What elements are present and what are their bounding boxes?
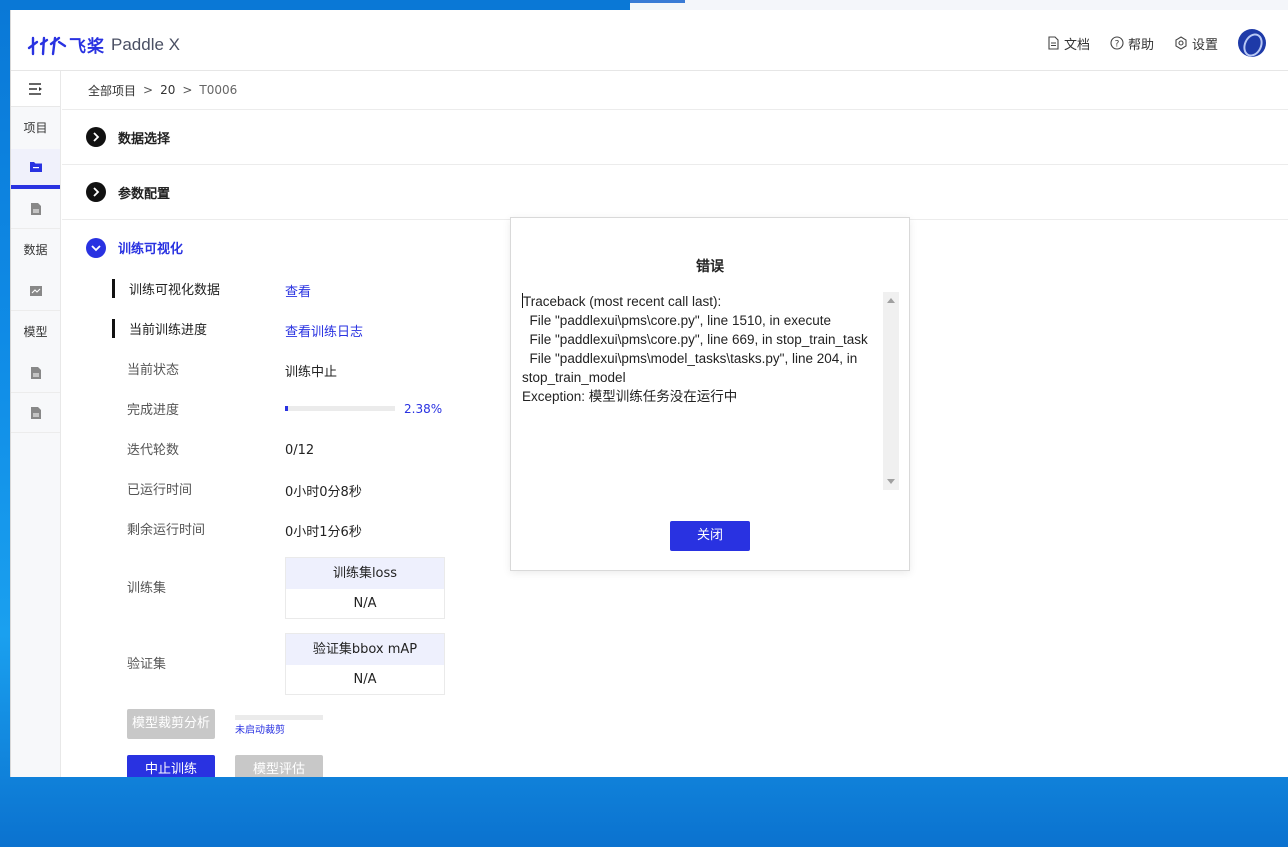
train-loss-header: 训练集loss [286, 558, 444, 589]
val-set-label: 验证集 [127, 657, 167, 672]
breadcrumb-project[interactable]: 20 [160, 83, 175, 97]
progress-label: 当前训练进度 [112, 319, 207, 338]
view-train-log-link[interactable]: 查看训练日志 [285, 321, 363, 340]
stop-training-button[interactable]: 中止训练 [127, 755, 215, 777]
breadcrumb-separator: > [143, 83, 154, 97]
sidebar-item-model-2[interactable] [11, 393, 60, 433]
logo-cn-text: 飞桨 [69, 37, 105, 57]
traceback-line: stop_train_model [522, 370, 626, 385]
section-data-select[interactable]: 数据选择 [62, 110, 1288, 165]
svg-text:?: ? [1115, 40, 1120, 50]
docs-label: 文档 [1063, 37, 1090, 53]
scroll-up-icon[interactable] [887, 298, 895, 303]
breadcrumb-separator: > [182, 83, 193, 97]
desktop-background-window-strip [630, 0, 1288, 10]
sidebar-item-model-1[interactable] [11, 353, 60, 393]
breadcrumb-all-projects[interactable]: 全部项目 [88, 82, 136, 99]
traceback-textarea[interactable]: Traceback (most recent call last): File … [522, 292, 901, 490]
sidebar-toggle[interactable] [11, 71, 60, 107]
status-label: 当前状态 [127, 363, 180, 378]
view-viz-data-link[interactable]: 查看 [285, 281, 311, 300]
help-label: 帮助 [1127, 37, 1154, 53]
section-title-train-viz: 训练可视化 [118, 242, 184, 257]
section-title-data-select: 数据选择 [118, 131, 171, 147]
sidebar-item-project-list[interactable] [11, 149, 60, 189]
logo-en-text: Paddle X [111, 34, 180, 54]
section-title-param-config: 参数配置 [118, 186, 171, 202]
section-param-config[interactable]: 参数配置 [62, 165, 1288, 220]
traceback-line: File "paddlexui\pms\core.py", line 1510,… [522, 313, 832, 328]
completion-label: 完成进度 [127, 403, 180, 418]
paddle-logo-icon [27, 36, 67, 55]
breadcrumb-task: T0006 [199, 83, 238, 97]
help-link[interactable]: ? 帮助 [1110, 34, 1154, 53]
traceback-line: File "paddlexui\pms\model_tasks\tasks.py… [522, 351, 858, 366]
status-value: 训练中止 [285, 365, 338, 380]
val-map-value: N/A [286, 665, 444, 694]
docs-link[interactable]: 文档 [1047, 34, 1090, 53]
prune-progress-bar [235, 715, 323, 720]
user-avatar[interactable] [1238, 29, 1266, 57]
val-map-box: 验证集bbox mAP N/A [285, 633, 445, 695]
sidebar-item-project-doc[interactable] [11, 189, 60, 229]
left-sidebar: 项目 数据 模型 [11, 71, 61, 777]
expand-arrow-icon [86, 127, 106, 147]
sidebar-section-model: 模型 [23, 325, 48, 339]
train-loss-box: 训练集loss N/A [285, 557, 445, 619]
chart-image-icon [29, 285, 42, 296]
traceback-line: File "paddlexui\pms\core.py", line 669, … [522, 332, 868, 347]
train-loss-value: N/A [286, 589, 444, 618]
top-header: 飞桨 Paddle X 文档 ? 帮助 设置 [11, 10, 1288, 71]
document-icon [1048, 36, 1059, 50]
epochs-label: 迭代轮数 [127, 443, 180, 458]
file-icon [30, 202, 41, 215]
epochs-value: 0/12 [285, 443, 315, 458]
remaining-value: 0小时1分6秒 [285, 525, 362, 540]
dialog-title: 错误 [696, 259, 724, 275]
elapsed-label: 已运行时间 [127, 483, 193, 498]
completion-progress-bar [285, 406, 395, 411]
sidebar-item-data[interactable] [11, 271, 60, 311]
remaining-label: 剩余运行时间 [127, 523, 206, 538]
completion-percent: 2.38% [404, 402, 443, 416]
collapse-arrow-icon [86, 237, 106, 258]
traceback-line: Traceback (most recent call last): [523, 294, 722, 309]
prune-analysis-button[interactable]: 模型裁剪分析 [127, 709, 215, 739]
completion-progress-fill [285, 406, 288, 411]
help-circle-icon: ? [1110, 36, 1124, 50]
sidebar-section-data: 数据 [23, 243, 48, 257]
folder-icon [29, 162, 42, 172]
val-map-header: 验证集bbox mAP [286, 634, 444, 665]
close-button[interactable]: 关闭 [670, 521, 750, 551]
error-dialog: 错误 Traceback (most recent call last): Fi… [510, 217, 910, 571]
sidebar-section-project: 项目 [23, 121, 48, 135]
textarea-scrollbar[interactable] [883, 292, 899, 490]
menu-collapse-icon [28, 82, 42, 95]
prune-status-text: 未启动裁剪 [235, 725, 285, 736]
train-set-label: 训练集 [127, 581, 167, 596]
gear-icon [1175, 36, 1187, 50]
scroll-down-icon[interactable] [887, 479, 895, 484]
traceback-line: Exception: 模型训练任务没在运行中 [522, 389, 738, 404]
breadcrumb: 全部项目 > 20 > T0006 [62, 71, 1288, 110]
viz-data-label: 训练可视化数据 [112, 279, 220, 298]
model-eval-button[interactable]: 模型评估 [235, 755, 323, 777]
expand-arrow-icon [86, 182, 106, 202]
settings-link[interactable]: 设置 [1174, 34, 1218, 53]
file-icon [30, 406, 41, 419]
paddlex-logo[interactable]: 飞桨 Paddle X [27, 32, 180, 57]
elapsed-value: 0小时0分8秒 [285, 485, 362, 500]
settings-label: 设置 [1191, 37, 1218, 53]
file-icon [30, 366, 41, 379]
